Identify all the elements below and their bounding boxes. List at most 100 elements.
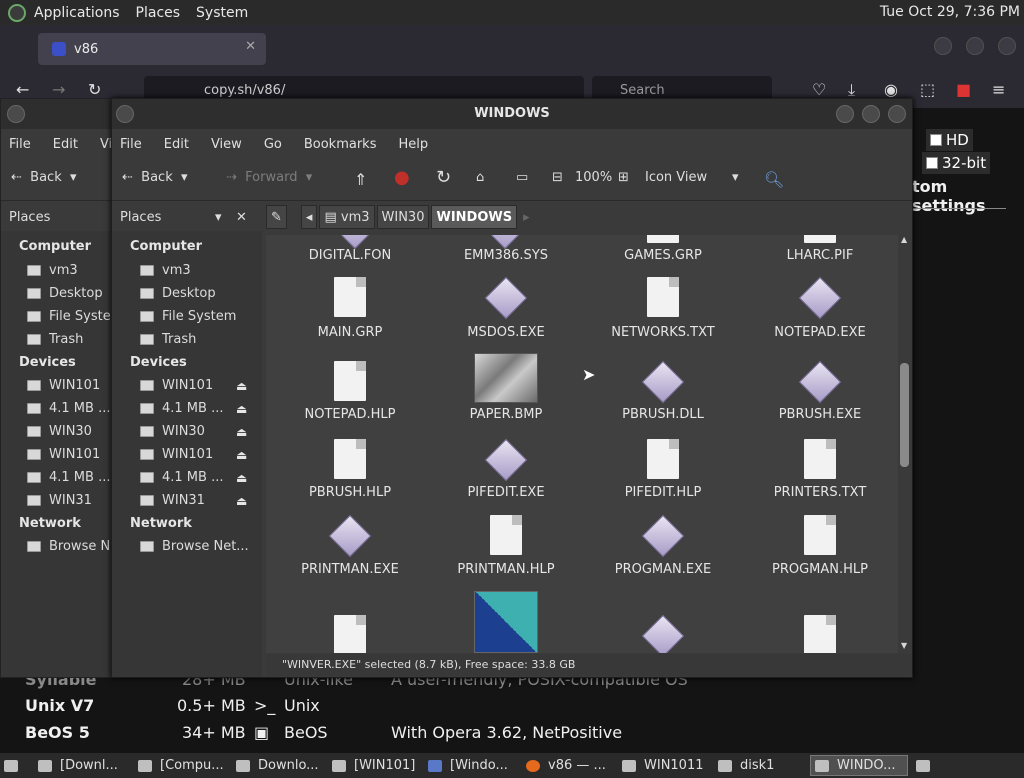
extensions-icon[interactable]: ⬚ (920, 80, 935, 99)
tab-v86[interactable]: v86 ✕ (38, 33, 266, 65)
sidebar-item-browse-network[interactable]: Browse Net... (140, 539, 249, 554)
view-mode-select[interactable]: Icon View ▾ (645, 170, 738, 185)
breadcrumb-vm3[interactable]: ▤ vm3 (319, 205, 375, 229)
window-menu-icon[interactable] (7, 105, 25, 123)
eject-icon[interactable]: ⏏ (236, 448, 247, 462)
file-item[interactable]: PROGMAN.EXE (585, 514, 741, 581)
scroll-down-icon[interactable]: ▼ (901, 641, 907, 650)
stop-icon[interactable]: ● (394, 167, 410, 188)
file-item[interactable] (428, 591, 584, 653)
hamburger-menu-icon[interactable]: ≡ (992, 80, 1005, 99)
custom-settings-link[interactable]: tom settings (912, 177, 1024, 215)
close-sidebar-icon[interactable]: ✕ (236, 210, 247, 225)
close-icon[interactable] (998, 37, 1016, 55)
minimize-icon[interactable] (934, 37, 952, 55)
places-menu[interactable]: Places (136, 5, 181, 21)
file-item[interactable]: NOTEPAD.EXE (742, 276, 898, 343)
file-item[interactable]: LHARC.PIF (742, 235, 898, 269)
close-icon[interactable] (888, 105, 906, 123)
menu-help[interactable]: Help (398, 137, 428, 152)
menu-file[interactable]: File (120, 137, 142, 152)
file-item[interactable]: PRINTMAN.HLP (428, 515, 584, 581)
sidebar-item-vm3[interactable]: vm3 (140, 263, 191, 278)
file-item[interactable]: NOTEPAD.HLP (272, 357, 428, 423)
menu-edit[interactable]: Edit (53, 137, 78, 152)
sidebar-item-filesystem[interactable]: File Syster (27, 309, 116, 324)
sidebar-device[interactable]: WIN101 (27, 447, 100, 462)
breadcrumb-win30[interactable]: WIN30 (376, 205, 430, 229)
workspace-switcher[interactable] (912, 755, 938, 776)
zoom-in-icon[interactable]: ⊞ (618, 170, 629, 185)
sidebar-item-trash[interactable]: Trash (27, 332, 83, 347)
reload-icon[interactable]: ↻ (436, 167, 451, 188)
applications-menu[interactable]: Applications (34, 5, 120, 21)
eject-icon[interactable]: ⏏ (236, 494, 247, 508)
places-selector[interactable]: Places (1, 203, 113, 231)
sidebar-device[interactable]: 4.1 MB ... (27, 401, 110, 416)
eject-icon[interactable]: ⏏ (236, 425, 247, 439)
file-manager-window-back[interactable]: File Edit Vi ⇠ Back ▾ Places Computer vm… (0, 98, 120, 678)
sidebar-device[interactable]: WIN101 ⏏ (140, 378, 247, 393)
menu-go[interactable]: Go (264, 137, 282, 152)
file-item[interactable]: PAPER.BMP (428, 353, 584, 423)
file-item[interactable] (272, 613, 428, 653)
file-item[interactable]: GAMES.GRP (585, 235, 741, 269)
taskbar-item[interactable]: [WIN101] (328, 755, 420, 776)
show-desktop-button[interactable] (0, 755, 30, 776)
breadcrumb-left-arrow[interactable]: ◂ (300, 205, 318, 229)
places-selector[interactable]: Places ▾ ✕ (112, 203, 257, 231)
maximize-icon[interactable] (862, 105, 880, 123)
ublock-icon[interactable]: ■ (956, 80, 971, 99)
file-item[interactable]: PBRUSH.HLP (272, 439, 428, 505)
up-icon[interactable]: ⇑ (354, 170, 367, 189)
file-item[interactable]: PROGMAN.HLP (742, 515, 898, 581)
eject-icon[interactable]: ⏏ (236, 402, 247, 416)
title-bar[interactable]: WINDOWS (112, 99, 912, 129)
reload-icon[interactable]: ↻ (88, 80, 101, 99)
file-item[interactable]: EMM386.SYS (428, 235, 584, 269)
zoom-level[interactable]: 100% (575, 170, 612, 185)
sidebar-device[interactable]: 4.1 MB ... ⏏ (140, 401, 247, 416)
clock[interactable]: Tue Oct 29, 7:36 PM (880, 4, 1020, 20)
maximize-icon[interactable] (966, 37, 984, 55)
forward-arrow-icon[interactable]: → (52, 80, 65, 99)
taskbar-item[interactable]: [Downl... (34, 755, 130, 776)
forward-button[interactable]: ⇢ Forward ▾ (226, 170, 312, 185)
distro-logo-icon[interactable] (8, 3, 26, 22)
sidebar-device[interactable]: WIN31 ⏏ (140, 493, 247, 508)
back-button[interactable]: ⇠ Back ▾ (11, 170, 77, 185)
close-tab-icon[interactable]: ✕ (245, 39, 256, 54)
sidebar-item-desktop[interactable]: Desktop (27, 286, 103, 301)
taskbar-item[interactable]: Downlo... (232, 755, 324, 776)
file-item[interactable]: PRINTERS.TXT (742, 439, 898, 505)
scroll-up-icon[interactable]: ▲ (901, 235, 907, 244)
back-arrow-icon[interactable]: ← (16, 80, 29, 99)
sidebar-item-trash[interactable]: Trash (140, 332, 196, 347)
home-icon[interactable]: ⌂ (476, 170, 484, 185)
bit-checkbox[interactable]: 32-bit (922, 152, 991, 174)
zoom-out-icon[interactable]: ⊟ (552, 170, 563, 185)
back-button[interactable]: ⇠ Back ▾ (122, 170, 188, 185)
eject-icon[interactable]: ⏏ (236, 471, 247, 485)
sidebar-device[interactable]: WIN30 (27, 424, 92, 439)
sidebar-item-browse-network[interactable]: Browse Ne (27, 539, 118, 554)
sidebar-device[interactable]: WIN101 (27, 378, 100, 393)
vertical-scrollbar[interactable]: ▲ ▼ (898, 235, 912, 653)
sidebar-device[interactable]: WIN101 ⏏ (140, 447, 247, 462)
taskbar-item[interactable]: [Windo... (424, 755, 518, 776)
menu-view[interactable]: View (211, 137, 242, 152)
hd-checkbox[interactable]: HD (926, 129, 973, 151)
edit-location-button[interactable]: ✎ (266, 205, 287, 229)
taskbar-item[interactable]: v86 — ... (522, 755, 614, 776)
sidebar-device[interactable]: WIN31 (27, 493, 92, 508)
sidebar-item-vm3[interactable]: vm3 (27, 263, 78, 278)
os-row-beos[interactable]: BeOS 5 34+ MB ▣ BeOS With Opera 3.62, Ne… (0, 723, 1024, 749)
eject-icon[interactable]: ⏏ (236, 379, 247, 393)
file-item[interactable]: PRINTMAN.EXE (272, 514, 428, 581)
taskbar-item-active[interactable]: WINDO... (810, 755, 908, 776)
file-item[interactable] (585, 613, 741, 653)
breadcrumb-right-arrow[interactable]: ▸ (519, 205, 534, 229)
os-row-unix[interactable]: Unix V7 0.5+ MB >_ Unix (0, 696, 1024, 722)
taskbar-item[interactable]: WIN1011 (618, 755, 710, 776)
sidebar-device[interactable]: WIN30 ⏏ (140, 424, 247, 439)
